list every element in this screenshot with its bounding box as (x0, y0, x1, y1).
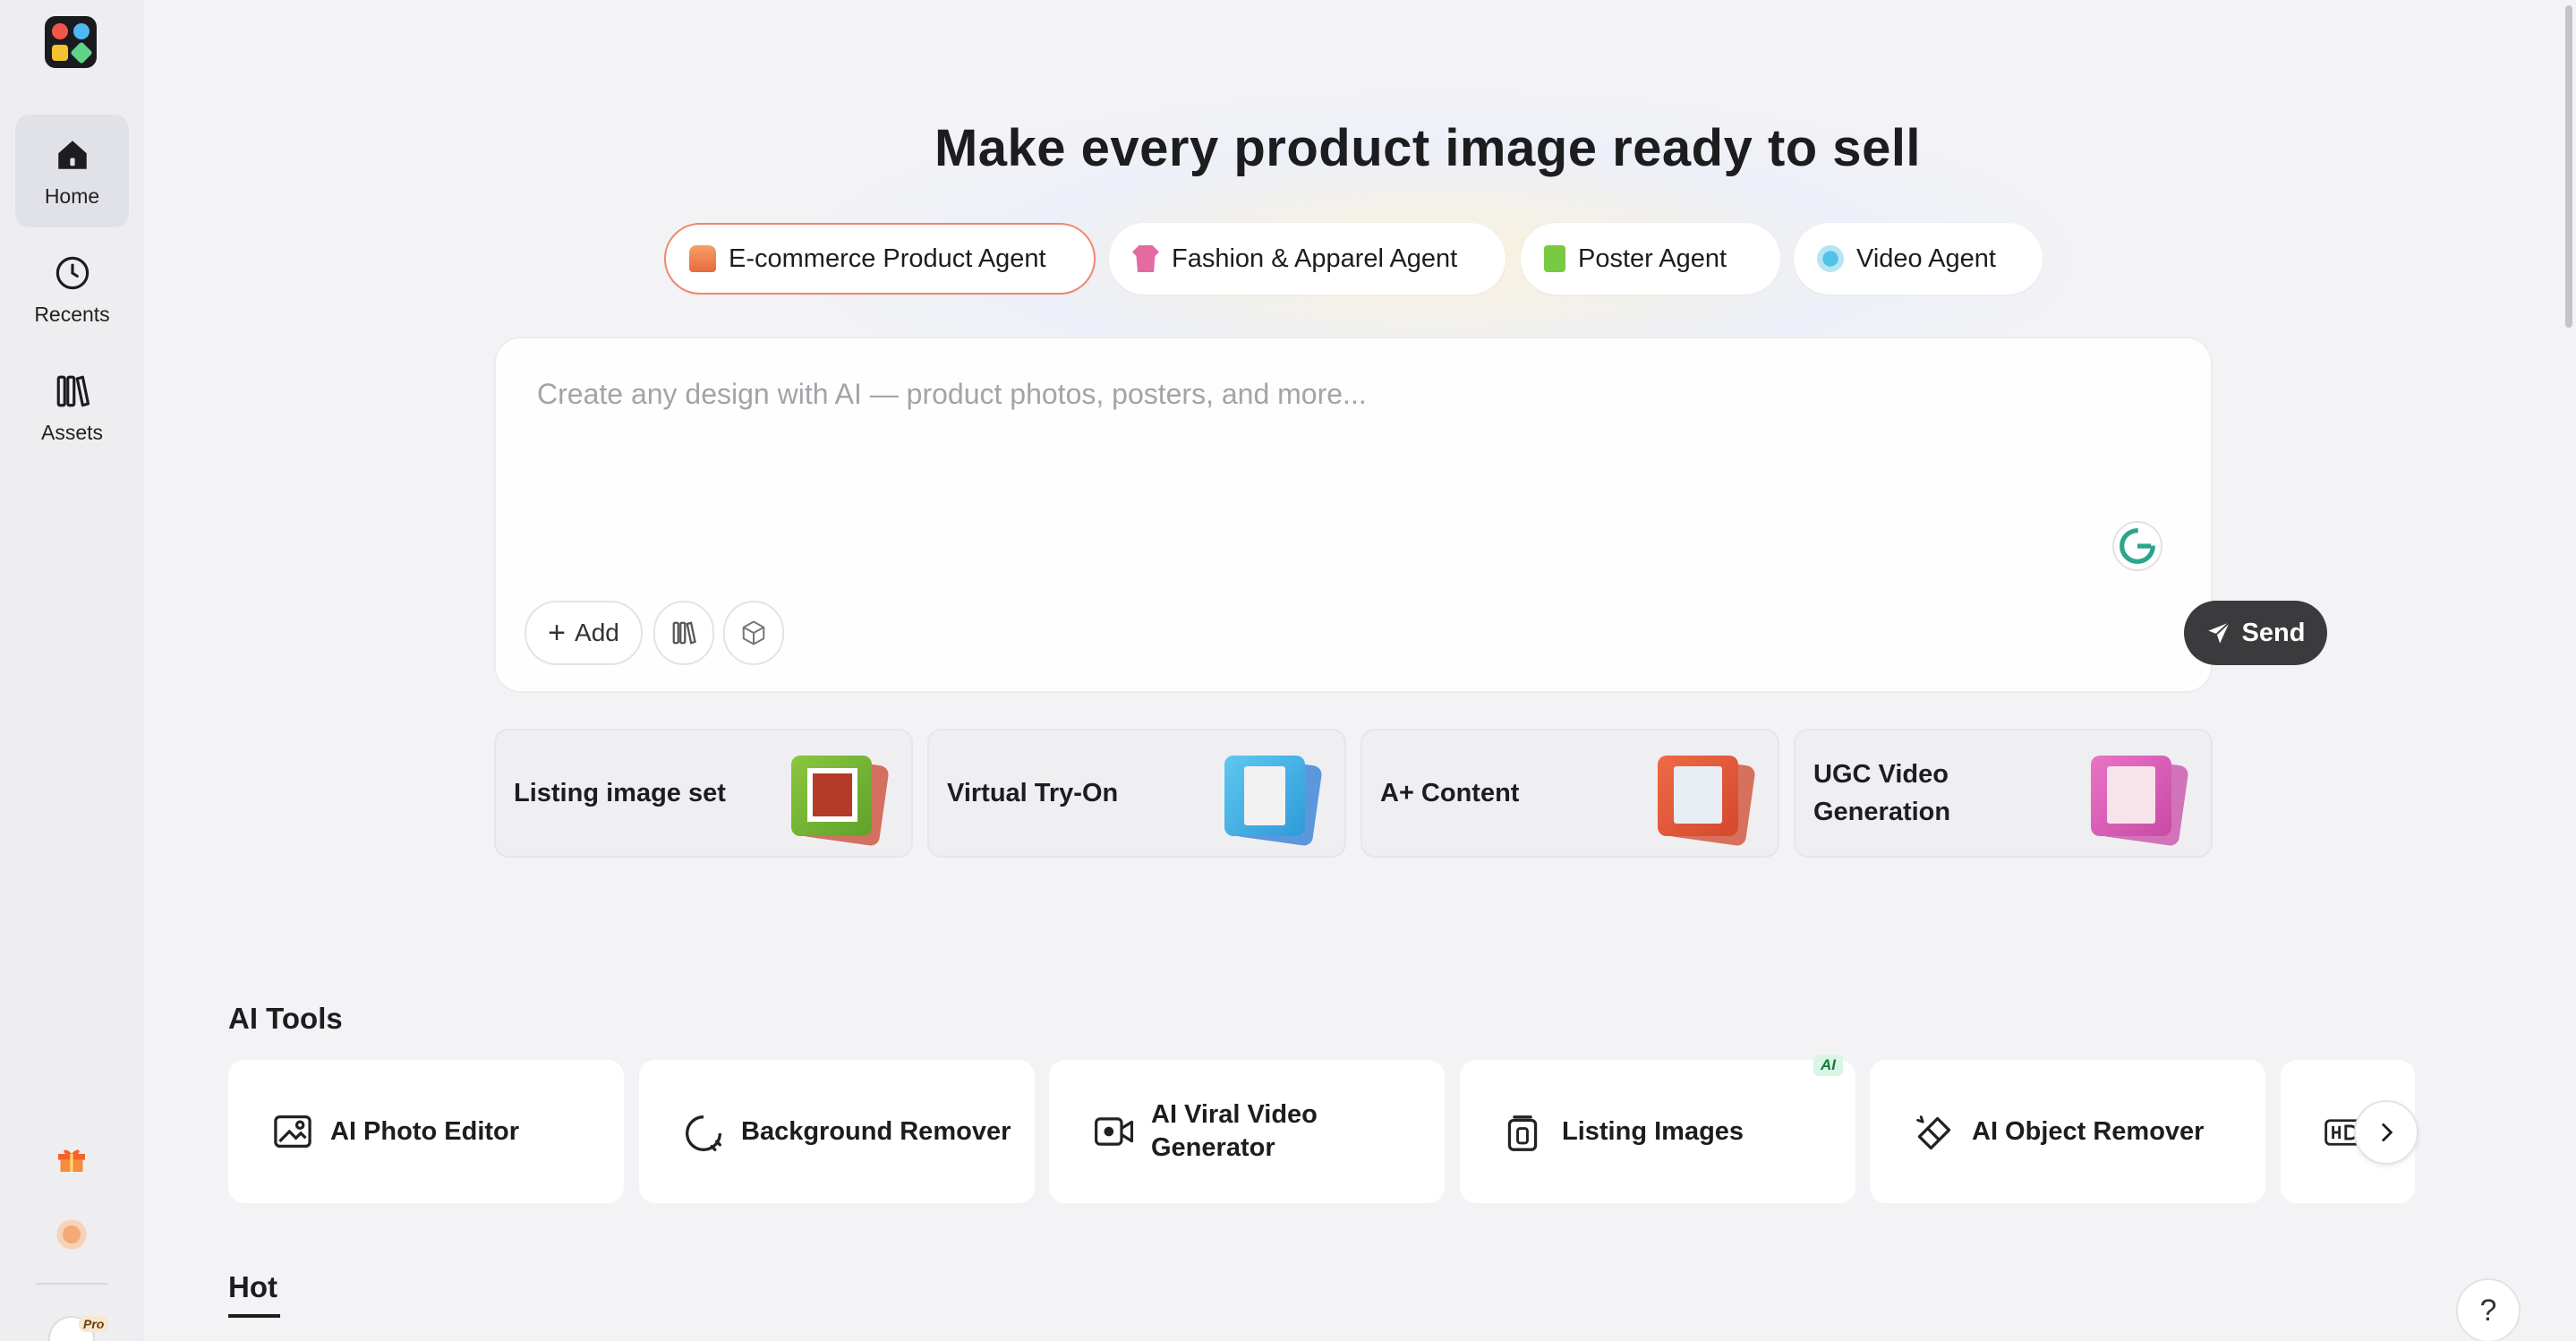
cube-icon (742, 620, 765, 645)
pro-badge: Pro (79, 1316, 109, 1332)
page-title: Make every product image ready to sell (934, 119, 1922, 177)
quick-card-thumbnail (791, 756, 872, 836)
gift-icon[interactable] (54, 1140, 90, 1176)
plus-icon: + (548, 615, 567, 650)
sidebar-item-label: Recents (34, 303, 110, 326)
tab-fashion-apparel-agent[interactable]: Fashion & Apparel Agent (1109, 223, 1506, 295)
tool-ai-object-remover[interactable]: AI Object Remover (1870, 1060, 2265, 1203)
sidebar-item-recents[interactable]: Recents (15, 233, 129, 346)
quick-card-ugc-video-generation[interactable]: UGC Video Generation (1794, 729, 2213, 858)
help-button[interactable]: ? (2456, 1278, 2521, 1341)
tool-label: Listing Images (1562, 1116, 1744, 1146)
ai-tag: AI (1813, 1055, 1843, 1076)
listing-icon (1507, 1115, 1538, 1151)
quick-card-listing-image-set[interactable]: Listing image set (494, 729, 913, 858)
quick-card-thumbnail (1224, 756, 1305, 836)
prompt-box: + Add Send (494, 337, 2327, 693)
poster-icon (1544, 245, 1565, 272)
send-button[interactable]: Send (2184, 601, 2327, 665)
app-logo[interactable] (45, 16, 97, 68)
prompt-input[interactable] (537, 378, 1880, 411)
shirt-icon (1132, 245, 1159, 272)
sidebar: Home Recents Assets Pro (0, 0, 143, 1341)
grammarly-icon[interactable] (2112, 521, 2162, 571)
tab-label: Fashion & Apparel Agent (1172, 243, 1458, 273)
tab-ecommerce-product-agent[interactable]: E-commerce Product Agent (664, 223, 1096, 295)
sidebar-item-label: Assets (40, 421, 104, 444)
send-button-label: Send (2241, 618, 2306, 647)
library-icon (56, 375, 90, 407)
library-icon (672, 621, 696, 645)
library-button[interactable] (653, 601, 714, 665)
tab-video-agent[interactable]: Video Agent (1794, 223, 2043, 295)
tool-ai-photo-editor[interactable]: AI Photo Editor (228, 1060, 624, 1203)
quick-card-label: Virtual Try-On (947, 779, 1119, 807)
add-button-label: Add (575, 619, 619, 646)
tool-label: AI Viral Video Generator (1151, 1100, 1318, 1162)
photo-edit-icon (274, 1115, 311, 1148)
tab-poster-agent[interactable]: Poster Agent (1521, 223, 1780, 295)
hot-tab-underline (228, 1314, 280, 1318)
sidebar-divider (36, 1283, 107, 1285)
send-icon (2207, 621, 2230, 644)
ai-tools-title: AI Tools (228, 1002, 343, 1035)
video-icon (1817, 245, 1844, 272)
sofa-icon (689, 245, 716, 272)
video-camera-icon (1095, 1117, 1134, 1146)
tab-label: Video Agent (1856, 243, 1996, 273)
tool-label: AI Object Remover (1972, 1116, 2205, 1146)
quick-card-thumbnail (2091, 756, 2171, 836)
quick-card-label: Listing image set (514, 779, 726, 807)
clock-icon (55, 256, 90, 290)
quick-card-virtual-try-on[interactable]: Virtual Try-On (927, 729, 1346, 858)
quick-card-thumbnail (1658, 756, 1738, 836)
tool-background-remover[interactable]: Background Remover (639, 1060, 1035, 1203)
scrollbar[interactable] (2562, 0, 2576, 1341)
tool-label: Background Remover (741, 1116, 1011, 1146)
eraser-icon (1916, 1115, 1951, 1150)
chevron-right-icon (2382, 1123, 2393, 1142)
model-3d-button[interactable] (723, 601, 784, 665)
add-button[interactable]: + Add (525, 601, 643, 665)
main-content: Make every product image ready to sell E… (143, 0, 2576, 1341)
tools-next-button[interactable] (2354, 1100, 2418, 1165)
scrollbar-thumb[interactable] (2565, 5, 2572, 328)
hot-title[interactable]: Hot (228, 1270, 277, 1304)
quick-card-a-plus-content[interactable]: A+ Content (1361, 729, 1779, 858)
tool-ai-viral-video-generator[interactable]: AI Viral Video Generator (1049, 1060, 1445, 1203)
tab-label: E-commerce Product Agent (729, 243, 1046, 273)
sidebar-item-assets[interactable]: Assets (15, 351, 129, 464)
sidebar-item-label: Home (44, 184, 100, 208)
tool-listing-images[interactable]: AI Listing Images (1460, 1055, 1855, 1203)
tool-label: AI Photo Editor (330, 1116, 520, 1146)
quick-card-label: A+ Content (1380, 779, 1520, 807)
coin-icon[interactable] (54, 1217, 90, 1252)
tab-label: Poster Agent (1578, 243, 1727, 273)
quick-card-label: UGC Video Generation (1813, 760, 1951, 826)
help-label: ? (2479, 1293, 2497, 1328)
background-remove-icon (686, 1115, 721, 1151)
